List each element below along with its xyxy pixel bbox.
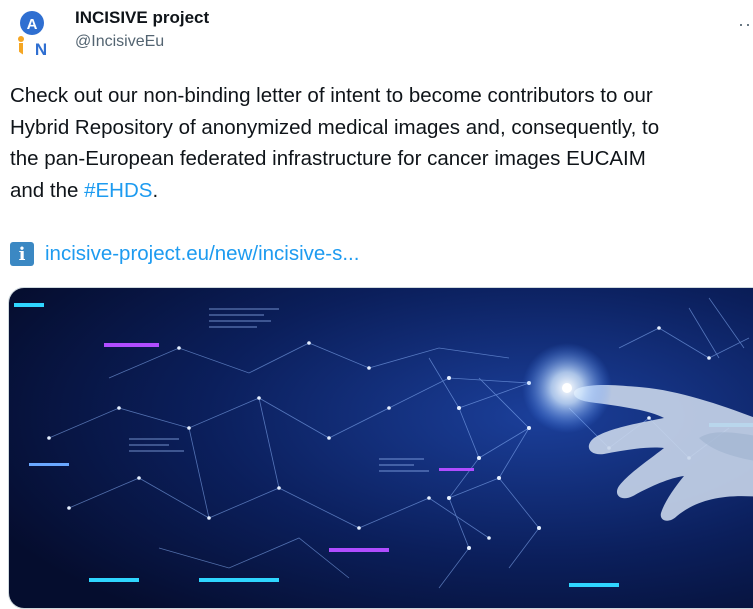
avatar[interactable]: A N: [10, 6, 62, 58]
incisive-logo-icon: A N: [18, 11, 47, 58]
author-name[interactable]: INCISIVE project: [75, 8, 209, 28]
svg-text:A: A: [27, 16, 38, 33]
media-image[interactable]: [8, 287, 753, 609]
tweet-line: and the: [10, 178, 85, 202]
article-link[interactable]: incisive-project.eu/new/incisive-s...: [45, 242, 359, 266]
more-horizontal-icon[interactable]: ···: [738, 14, 753, 35]
author-handle[interactable]: @IncisiveEu: [75, 33, 164, 51]
tweet-end-punct: .: [152, 178, 159, 202]
hashtag-link[interactable]: #EHDS: [84, 179, 152, 202]
tweet-line: Check out our non-binding letter of inte…: [10, 84, 653, 107]
link-row[interactable]: i incisive-project.eu/new/incisive-s...: [10, 240, 359, 268]
tweet-text: Check out our non-binding letter of inte…: [10, 80, 753, 206]
info-icon: i: [10, 242, 34, 266]
network-hand-image: [9, 288, 753, 608]
tweet-line: the pan-European federated infrastructur…: [10, 147, 646, 170]
tweet-line: Hybrid Repository of anonymized medical …: [10, 115, 660, 139]
tweet-line-last: and the #EHDS.: [10, 175, 753, 207]
svg-text:N: N: [35, 40, 47, 58]
